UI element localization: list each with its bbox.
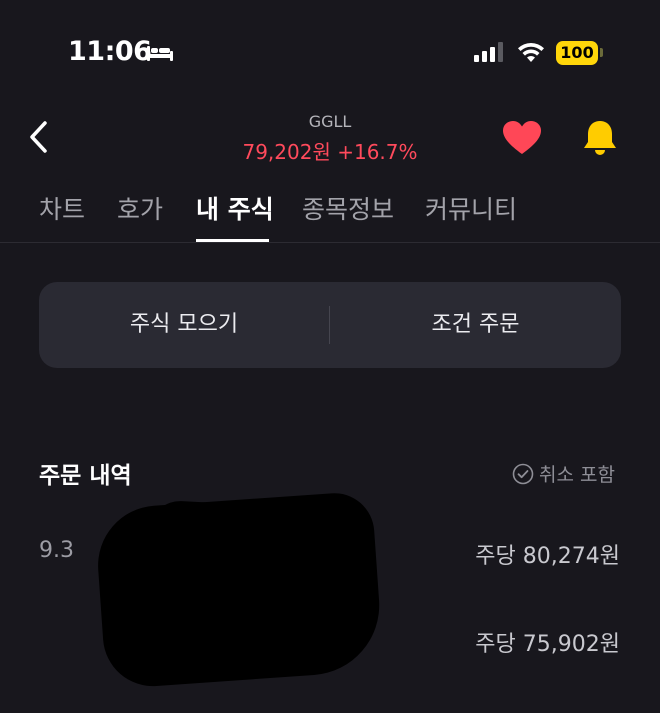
stock-header: GGLL 79,202원 +16.7% xyxy=(0,100,660,180)
wifi-icon xyxy=(518,42,544,62)
tab-stock-info[interactable]: 종목정보 xyxy=(302,190,394,226)
conditional-order-button[interactable]: 조건 주문 xyxy=(330,282,621,368)
check-circle-icon xyxy=(512,463,534,484)
bed-icon xyxy=(147,46,173,61)
stock-accumulate-button[interactable]: 주식 모으기 xyxy=(39,282,329,368)
tab-my-stock[interactable]: 내 주식 xyxy=(196,190,274,226)
heart-icon[interactable] xyxy=(502,120,542,156)
order-type-segment: 주식 모으기 조건 주문 xyxy=(39,282,621,368)
tab-order-book[interactable]: 호가 xyxy=(117,190,163,226)
status-time: 11:06 xyxy=(68,36,152,67)
price-change: +16.7% xyxy=(337,140,418,164)
battery-tip xyxy=(600,48,603,57)
status-bar: 11:06 100 xyxy=(0,0,660,100)
stock-tabs: 차트 호가 내 주식 종목정보 커뮤니티 xyxy=(0,180,660,243)
order-history-title: 주문 내역 xyxy=(39,463,132,489)
tab-community[interactable]: 커뮤니티 xyxy=(425,190,517,226)
stock-ticker: GGLL xyxy=(308,112,352,131)
order-date: 9.3 xyxy=(39,538,74,563)
redaction-mark xyxy=(148,499,362,571)
cellular-signal-icon xyxy=(474,42,503,62)
order-price-per-share: 주당 80,274원 xyxy=(475,544,620,569)
order-price-per-share: 주당 75,902원 xyxy=(475,632,620,657)
price-line: 79,202원 +16.7% xyxy=(200,136,460,165)
include-cancelled-toggle[interactable]: 취소 포함 xyxy=(512,460,615,487)
include-cancelled-label: 취소 포함 xyxy=(539,464,615,486)
tab-chart[interactable]: 차트 xyxy=(39,190,85,226)
active-tab-indicator xyxy=(196,239,269,242)
chevron-left-icon[interactable] xyxy=(28,120,50,154)
battery-indicator: 100 xyxy=(556,41,598,65)
bell-icon[interactable] xyxy=(580,118,620,158)
current-price: 79,202원 xyxy=(242,140,331,164)
